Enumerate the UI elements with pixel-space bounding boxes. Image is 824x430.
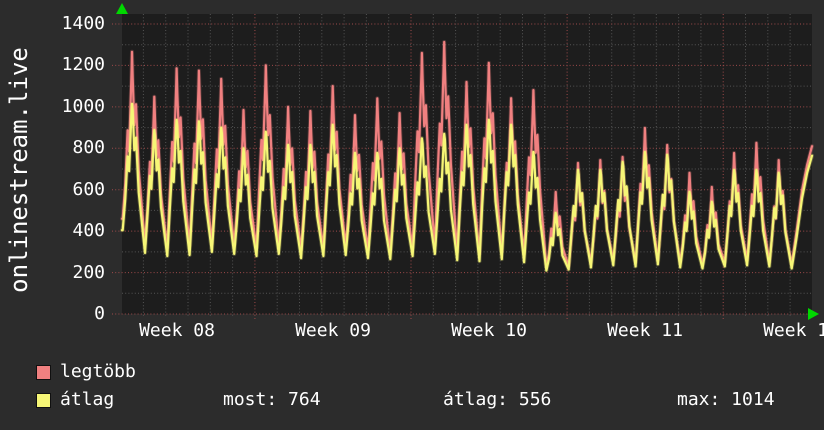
y-axis-tick-label: 600 xyxy=(33,181,105,199)
x-axis-tick-label: Week 09 xyxy=(293,322,373,340)
legend-stat-max: max: 1014 xyxy=(677,391,775,409)
x-axis-tick-label: Week 10 xyxy=(449,322,529,340)
rrd-graph-panel: onlinestream.live 0 200 400 600 800 1000… xyxy=(0,0,824,430)
y-axis-tick-label: 400 xyxy=(33,222,105,240)
y-axis-tick-label: 200 xyxy=(33,264,105,282)
x-axis-tick-label: Week 08 xyxy=(137,322,217,340)
legend-swatch-atlag xyxy=(36,393,51,408)
y-axis-arrow-icon xyxy=(116,3,128,14)
legend-label-legtobb: legtöbb xyxy=(60,363,136,381)
x-axis-arrow-icon xyxy=(808,308,819,320)
legend-stat-atlag: átlag: 556 xyxy=(443,391,551,409)
x-axis-tick-label: Week 12 xyxy=(761,322,824,340)
legend-swatch-legtobb xyxy=(36,365,51,380)
y-axis-tick-label: 1400 xyxy=(33,15,105,33)
y-axis-tick-label: 1000 xyxy=(33,98,105,116)
legend-label-atlag: átlag xyxy=(60,391,114,409)
x-axis-tick-label: Week 11 xyxy=(605,322,685,340)
y-axis-tick-label: 800 xyxy=(33,139,105,157)
y-axis-tick-label: 1200 xyxy=(33,56,105,74)
vertical-axis-title: onlinestream.live xyxy=(5,47,33,293)
legend-stat-most: most: 764 xyxy=(223,391,321,409)
y-axis-tick-label: 0 xyxy=(33,305,105,323)
